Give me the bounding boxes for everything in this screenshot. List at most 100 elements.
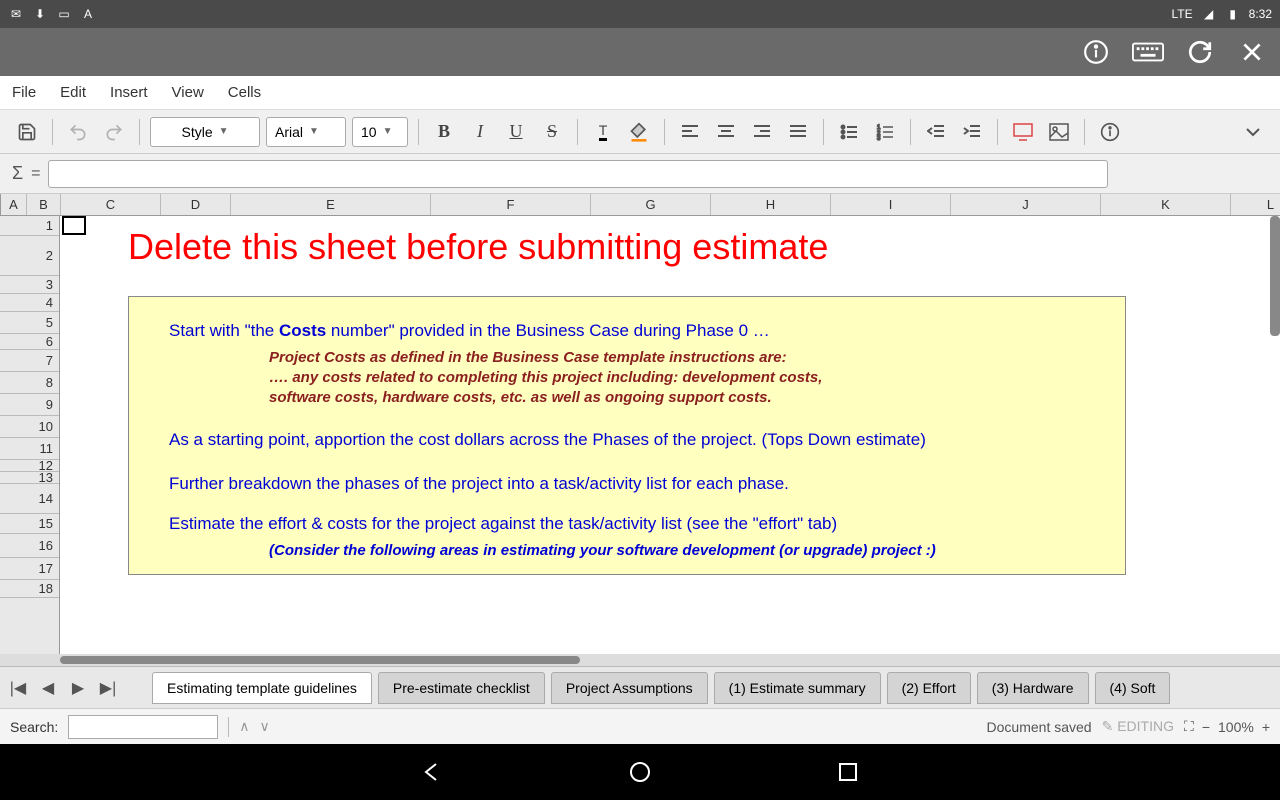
row-header[interactable]: 14: [0, 484, 59, 514]
search-input[interactable]: [68, 715, 218, 739]
row-header[interactable]: 2: [0, 236, 59, 276]
row-header[interactable]: 15: [0, 514, 59, 534]
align-justify-button[interactable]: [783, 117, 813, 147]
vertical-scrollbar[interactable]: [1270, 216, 1280, 336]
zoom-in-button[interactable]: +: [1262, 719, 1270, 735]
info-button[interactable]: [1080, 36, 1112, 68]
equals-label: =: [31, 165, 40, 183]
column-header[interactable]: B: [27, 194, 61, 215]
column-header[interactable]: L: [1231, 194, 1280, 215]
italic-button[interactable]: I: [465, 117, 495, 147]
row-header[interactable]: 9: [0, 394, 59, 416]
zoom-out-button[interactable]: −: [1202, 719, 1210, 735]
expand-toolbar-button[interactable]: [1238, 117, 1268, 147]
sheet-tab[interactable]: (2) Effort: [887, 672, 971, 704]
zoom-level: 100%: [1218, 719, 1254, 735]
fit-button[interactable]: ⛶: [1184, 718, 1194, 735]
next-sheet-button[interactable]: ▶: [66, 676, 90, 700]
menu-cells[interactable]: Cells: [228, 84, 261, 101]
refresh-button[interactable]: [1184, 36, 1216, 68]
menu-edit[interactable]: Edit: [60, 84, 86, 101]
sheet-tabs-bar: |◀ ◀ ▶ ▶| Estimating template guidelines…: [0, 666, 1280, 708]
menu-insert[interactable]: Insert: [110, 84, 148, 101]
column-header[interactable]: A: [1, 194, 27, 215]
row-header[interactable]: 16: [0, 534, 59, 558]
sd-icon: ▭: [56, 6, 72, 22]
row-header[interactable]: 6: [0, 334, 59, 350]
home-button[interactable]: [626, 758, 654, 786]
menu-view[interactable]: View: [172, 84, 204, 101]
align-right-button[interactable]: [747, 117, 777, 147]
horizontal-scrollbar[interactable]: [0, 654, 1280, 666]
style-dropdown[interactable]: Style▼: [150, 117, 260, 147]
font-dropdown[interactable]: Arial▼: [266, 117, 346, 147]
text-color-button[interactable]: T: [588, 117, 618, 147]
number-list-button[interactable]: 123: [870, 117, 900, 147]
download-icon: ⬇: [32, 6, 48, 22]
column-header[interactable]: D: [161, 194, 231, 215]
formula-input[interactable]: [48, 160, 1108, 188]
column-header[interactable]: E: [231, 194, 431, 215]
row-header[interactable]: 3: [0, 276, 59, 294]
formula-bar: Σ =: [0, 154, 1280, 194]
first-sheet-button[interactable]: |◀: [6, 676, 30, 700]
menu-file[interactable]: File: [12, 84, 36, 101]
close-button[interactable]: [1236, 36, 1268, 68]
sheet-tab[interactable]: (3) Hardware: [977, 672, 1089, 704]
recents-button[interactable]: [834, 758, 862, 786]
spreadsheet-area[interactable]: ABCDEFGHIJKL 123456789101112131415161718…: [0, 194, 1280, 654]
indent-button[interactable]: [957, 117, 987, 147]
sheet-tab[interactable]: (4) Soft: [1095, 672, 1171, 704]
undo-button[interactable]: [63, 117, 93, 147]
row-header[interactable]: 4: [0, 294, 59, 312]
presentation-button[interactable]: [1008, 117, 1038, 147]
column-header[interactable]: K: [1101, 194, 1231, 215]
bullet-list-button[interactable]: [834, 117, 864, 147]
sigma-icon[interactable]: Σ: [12, 163, 23, 184]
cells-grid[interactable]: Delete this sheet before submitting esti…: [60, 216, 1280, 654]
info-icon-button[interactable]: [1095, 117, 1125, 147]
column-header[interactable]: H: [711, 194, 831, 215]
active-cell-cursor: [62, 216, 86, 235]
sheet-tab[interactable]: Estimating template guidelines: [152, 672, 372, 704]
column-header[interactable]: F: [431, 194, 591, 215]
row-header[interactable]: 13: [0, 472, 59, 484]
strikethrough-button[interactable]: S: [537, 117, 567, 147]
definition-line: Project Costs as defined in the Business…: [269, 349, 1085, 366]
prev-sheet-button[interactable]: ◀: [36, 676, 60, 700]
row-header[interactable]: 18: [0, 580, 59, 598]
save-button[interactable]: [12, 117, 42, 147]
column-header[interactable]: G: [591, 194, 711, 215]
row-header[interactable]: 8: [0, 372, 59, 394]
fill-color-button[interactable]: [624, 117, 654, 147]
row-header[interactable]: 10: [0, 416, 59, 438]
row-header[interactable]: 7: [0, 350, 59, 372]
underline-button[interactable]: U: [501, 117, 531, 147]
redo-button[interactable]: [99, 117, 129, 147]
formatting-toolbar: Style▼ Arial▼ 10▼ B I U S T 123: [0, 110, 1280, 154]
clock: 8:32: [1249, 7, 1272, 21]
column-header[interactable]: C: [61, 194, 161, 215]
column-header[interactable]: J: [951, 194, 1101, 215]
outdent-button[interactable]: [921, 117, 951, 147]
keyboard-button[interactable]: [1132, 36, 1164, 68]
bold-button[interactable]: B: [429, 117, 459, 147]
size-dropdown[interactable]: 10▼: [352, 117, 408, 147]
column-header[interactable]: I: [831, 194, 951, 215]
back-button[interactable]: [418, 758, 446, 786]
definition-line: software costs, hardware costs, etc. as …: [269, 389, 1085, 406]
row-header[interactable]: 17: [0, 558, 59, 580]
search-next-button[interactable]: ∨: [260, 718, 270, 735]
row-header[interactable]: 1: [0, 216, 59, 236]
sheet-tab[interactable]: Project Assumptions: [551, 672, 708, 704]
sheet-tab[interactable]: Pre-estimate checklist: [378, 672, 545, 704]
align-left-button[interactable]: [675, 117, 705, 147]
sheet-tab[interactable]: (1) Estimate summary: [714, 672, 881, 704]
row-header[interactable]: 11: [0, 438, 59, 460]
align-center-button[interactable]: [711, 117, 741, 147]
search-prev-button[interactable]: ∧: [239, 718, 249, 735]
edit-mode-button[interactable]: ✎ EDITING: [1102, 718, 1174, 735]
image-button[interactable]: [1044, 117, 1074, 147]
last-sheet-button[interactable]: ▶|: [96, 676, 120, 700]
row-header[interactable]: 5: [0, 312, 59, 334]
